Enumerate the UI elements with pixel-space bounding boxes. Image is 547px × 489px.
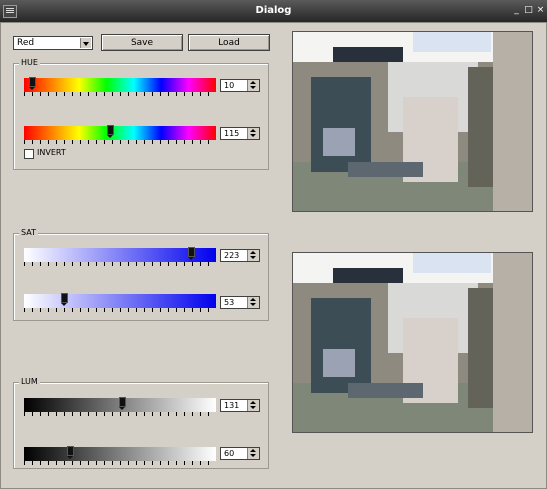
minimize-icon[interactable]: _ [512,6,521,15]
load-button[interactable]: Load [188,34,270,51]
title-bar: Dialog _ □ × [0,0,547,22]
sat-label: SAT [19,228,38,237]
sat-max-value: 53 [224,298,235,307]
sat-max-track[interactable] [24,294,216,308]
hue-min-thumb[interactable] [28,77,36,90]
spin-arrows-icon[interactable] [247,448,259,459]
sat-group: SAT 223 53 [13,228,269,321]
hue-max-spinbox[interactable]: 115 [220,127,260,140]
hue-max-thumb[interactable] [107,125,115,138]
invert-label: INVERT [37,148,66,157]
camera-preview-bottom [292,252,533,433]
hue-label: HUE [19,58,40,67]
hue-max-ticks [24,140,216,144]
hue-max-value: 115 [224,129,240,138]
sat-min-value: 223 [224,251,240,260]
lum-min-value: 131 [224,401,240,410]
lum-min-spinbox[interactable]: 131 [220,399,260,412]
spin-arrows-icon[interactable] [247,128,259,139]
spin-arrows-icon[interactable] [247,297,259,308]
channel-select[interactable]: Red [13,36,93,50]
sat-min-ticks [24,262,216,266]
lum-min-thumb[interactable] [118,397,126,410]
lum-min-ticks [24,412,216,416]
window-title: Dialog [255,5,292,16]
lum-max-spinbox[interactable]: 60 [220,447,260,460]
lum-label: LUM [19,377,40,386]
lum-max-track[interactable] [24,447,216,461]
save-button[interactable]: Save [101,34,183,51]
sat-max-spinbox[interactable]: 53 [220,296,260,309]
channel-value: Red [17,38,35,48]
lum-max-ticks [24,461,216,465]
sat-min-thumb[interactable] [188,247,196,260]
lum-max-thumb[interactable] [67,446,75,459]
sat-min-spinbox[interactable]: 223 [220,249,260,262]
hue-min-track[interactable] [24,78,216,92]
sat-max-thumb[interactable] [61,293,69,306]
hue-min-value: 10 [224,81,235,90]
close-icon[interactable]: × [536,6,545,15]
maximize-icon[interactable]: □ [524,6,533,15]
chevron-down-icon[interactable] [80,38,91,48]
lum-group: LUM 131 60 [13,377,269,469]
hue-max-track[interactable] [24,126,216,140]
spin-arrows-icon[interactable] [247,400,259,411]
hue-min-spinbox[interactable]: 10 [220,79,260,92]
lum-max-value: 60 [224,449,235,458]
hue-min-ticks [24,92,216,96]
sat-max-ticks [24,308,216,312]
hue-group: HUE 10 115 INVERT [13,58,269,170]
spin-arrows-icon[interactable] [247,250,259,261]
camera-preview-top [292,31,533,212]
invert-checkbox[interactable] [24,149,34,159]
spin-arrows-icon[interactable] [247,80,259,91]
